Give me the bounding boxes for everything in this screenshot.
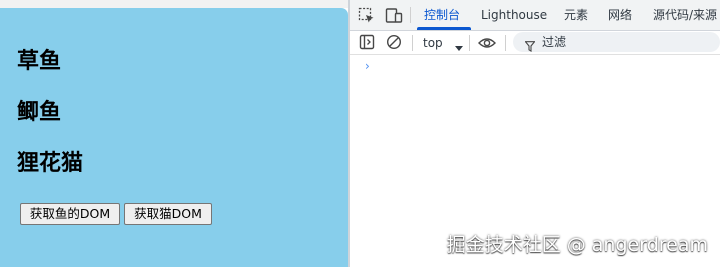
tab-sources[interactable]: 源代码/来源 bbox=[653, 0, 717, 30]
get-fish-dom-button[interactable]: 获取鱼的DOM bbox=[20, 203, 120, 225]
filter-placeholder: 过滤 bbox=[542, 35, 567, 49]
heading-jiyu: 鲫鱼 bbox=[17, 100, 62, 125]
eye-icon[interactable] bbox=[478, 35, 496, 54]
context-selector[interactable]: top bbox=[423, 35, 463, 51]
filter-input[interactable]: 过滤 bbox=[513, 32, 720, 52]
get-cat-dom-button[interactable]: 获取猫DOM bbox=[124, 203, 212, 225]
device-toolbar-icon[interactable] bbox=[385, 7, 403, 28]
tab-console[interactable]: 控制台 bbox=[424, 0, 460, 30]
devtools-panel: 控制台 Lighthouse 元素 网络 源代码/来源 top 过滤 › bbox=[350, 0, 720, 267]
devtools-tab-bar: 控制台 Lighthouse 元素 网络 源代码/来源 bbox=[350, 0, 720, 31]
watermark: 掘金技术社区 @ angerdream bbox=[446, 234, 708, 256]
context-label: top bbox=[423, 36, 443, 50]
heading-caoyu: 草鱼 bbox=[17, 49, 62, 74]
heading-lihuamao: 狸花猫 bbox=[17, 151, 84, 176]
dropdown-caret-icon bbox=[455, 40, 463, 56]
web-page-viewport: 草鱼 鲫鱼 狸花猫 获取鱼的DOM 获取猫DOM bbox=[0, 8, 348, 267]
inspect-element-icon[interactable] bbox=[358, 7, 375, 28]
clear-console-icon[interactable] bbox=[386, 34, 402, 54]
console-prompt[interactable]: › bbox=[365, 59, 370, 73]
sidebar-toggle-icon[interactable] bbox=[359, 34, 375, 54]
tab-elements[interactable]: 元素 bbox=[564, 0, 588, 30]
toolbar-separator-2 bbox=[469, 35, 470, 51]
toolbar-separator-3 bbox=[505, 35, 506, 51]
tab-bar-separator bbox=[410, 7, 411, 23]
tab-network[interactable]: 网络 bbox=[608, 0, 632, 30]
active-tab-indicator bbox=[417, 27, 471, 30]
filter-icon bbox=[524, 37, 536, 56]
tab-lighthouse[interactable]: Lighthouse bbox=[481, 0, 547, 30]
toolbar-separator bbox=[412, 35, 413, 51]
browser-top-strip bbox=[0, 0, 350, 8]
